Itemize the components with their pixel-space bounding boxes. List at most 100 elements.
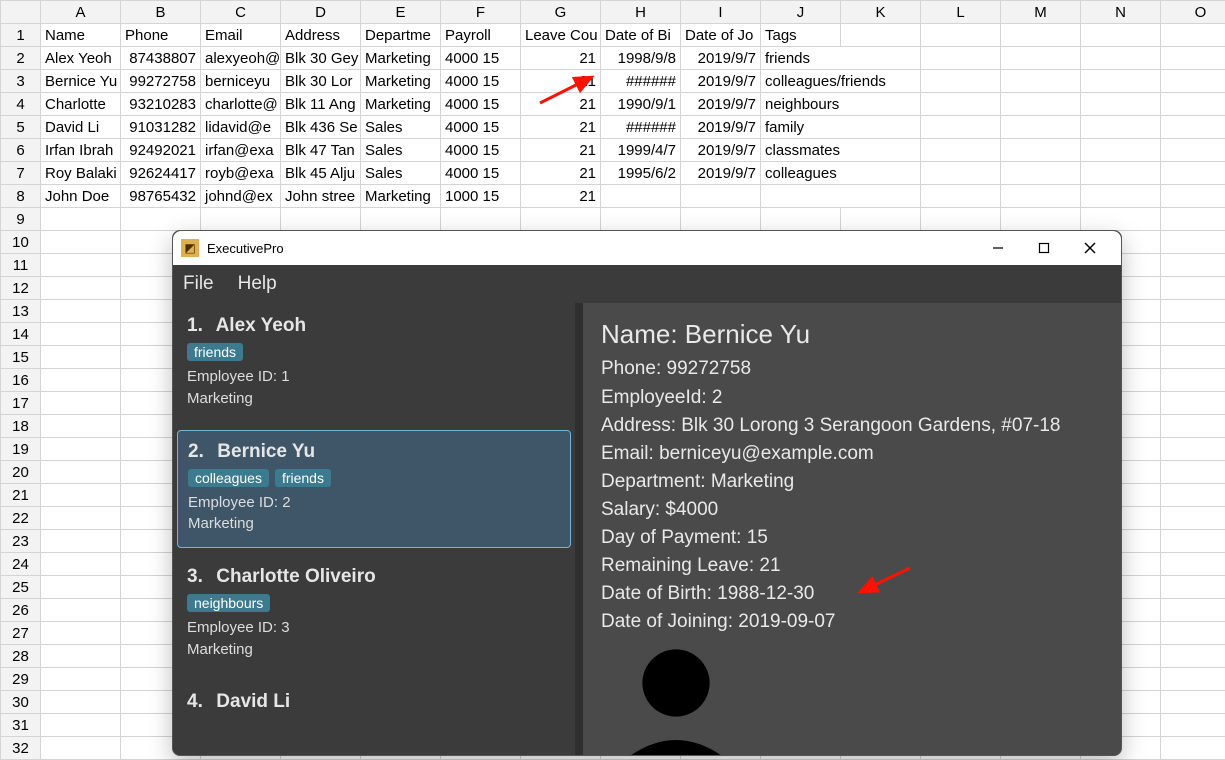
cell[interactable] (1001, 185, 1081, 208)
cell[interactable] (1001, 162, 1081, 185)
row-header[interactable]: 6 (1, 139, 41, 162)
cell[interactable] (841, 208, 921, 231)
row-header[interactable]: 16 (1, 369, 41, 392)
cell[interactable] (761, 185, 841, 208)
cell[interactable] (1161, 254, 1225, 277)
cell[interactable]: 1999/4/7 (601, 139, 681, 162)
cell[interactable] (681, 185, 761, 208)
cell[interactable] (121, 208, 201, 231)
cell[interactable]: colleagues/friends (761, 70, 841, 93)
cell[interactable] (921, 93, 1001, 116)
col-header[interactable]: E (361, 1, 441, 24)
cell[interactable]: 2019/9/7 (681, 47, 761, 70)
row-header[interactable]: 17 (1, 392, 41, 415)
row-header[interactable]: 25 (1, 576, 41, 599)
col-header[interactable]: H (601, 1, 681, 24)
cell[interactable] (1161, 24, 1225, 47)
cell[interactable] (1161, 530, 1225, 553)
cell[interactable]: John Doe (41, 185, 121, 208)
cell[interactable]: Blk 30 Gey (281, 47, 361, 70)
cell[interactable] (41, 645, 121, 668)
cell[interactable] (841, 162, 921, 185)
cell[interactable]: 4000 15 (441, 162, 521, 185)
col-header[interactable]: M (1001, 1, 1081, 24)
row-header[interactable]: 31 (1, 714, 41, 737)
cell[interactable]: 2019/9/7 (681, 116, 761, 139)
cell[interactable] (41, 507, 121, 530)
cell[interactable]: Marketing (361, 47, 441, 70)
cell[interactable] (601, 185, 681, 208)
cell[interactable] (921, 139, 1001, 162)
col-header[interactable]: I (681, 1, 761, 24)
cell[interactable]: family (761, 116, 841, 139)
cell[interactable] (841, 47, 921, 70)
cell[interactable] (1161, 277, 1225, 300)
employee-list[interactable]: 1. Alex YeohfriendsEmployee ID: 1Marketi… (173, 303, 583, 755)
cell[interactable] (41, 576, 121, 599)
cell[interactable] (841, 93, 921, 116)
cell[interactable] (1161, 162, 1225, 185)
cell[interactable] (1161, 415, 1225, 438)
cell[interactable] (1161, 668, 1225, 691)
cell[interactable] (921, 185, 1001, 208)
col-header[interactable]: J (761, 1, 841, 24)
cell[interactable] (41, 484, 121, 507)
row-header[interactable]: 22 (1, 507, 41, 530)
cell[interactable]: Roy Balaki (41, 162, 121, 185)
cell[interactable] (1161, 461, 1225, 484)
cell[interactable]: Marketing (361, 93, 441, 116)
employee-card[interactable]: 1. Alex YeohfriendsEmployee ID: 1Marketi… (177, 305, 571, 422)
cell[interactable] (1001, 93, 1081, 116)
minimize-button[interactable] (975, 231, 1021, 265)
cell[interactable]: 1995/6/2 (601, 162, 681, 185)
cell[interactable] (1161, 346, 1225, 369)
cell[interactable] (1081, 47, 1161, 70)
cell[interactable]: Alex Yeoh (41, 47, 121, 70)
cell[interactable] (41, 691, 121, 714)
cell[interactable] (521, 208, 601, 231)
cell[interactable] (41, 415, 121, 438)
cell[interactable]: 4000 15 (441, 93, 521, 116)
cell[interactable]: Leave Cou (521, 24, 601, 47)
cell[interactable]: Bernice Yu (41, 70, 121, 93)
cell[interactable] (1161, 507, 1225, 530)
cell[interactable]: Blk 30 Lor (281, 70, 361, 93)
cell[interactable] (1161, 369, 1225, 392)
cell[interactable] (1161, 484, 1225, 507)
cell[interactable] (41, 231, 121, 254)
cell[interactable] (921, 208, 1001, 231)
cell[interactable]: 4000 15 (441, 139, 521, 162)
row-header[interactable]: 27 (1, 622, 41, 645)
col-header[interactable]: D (281, 1, 361, 24)
cell[interactable]: Date of Jo (681, 24, 761, 47)
employee-card[interactable]: 2. Bernice YucolleaguesfriendsEmployee I… (177, 430, 571, 549)
cell[interactable] (1161, 185, 1225, 208)
cell[interactable]: 4000 15 (441, 70, 521, 93)
cell[interactable] (601, 208, 681, 231)
cell[interactable]: Departme (361, 24, 441, 47)
cell[interactable]: Blk 47 Tan (281, 139, 361, 162)
cell[interactable] (1081, 24, 1161, 47)
cell[interactable] (841, 139, 921, 162)
cell[interactable]: ###### (601, 116, 681, 139)
cell[interactable]: 21 (521, 162, 601, 185)
cell[interactable]: Sales (361, 162, 441, 185)
cell[interactable]: 2019/9/7 (681, 93, 761, 116)
col-header[interactable]: K (841, 1, 921, 24)
cell[interactable]: Payroll (441, 24, 521, 47)
cell[interactable]: 21 (521, 116, 601, 139)
cell[interactable] (1161, 392, 1225, 415)
cell[interactable] (1161, 599, 1225, 622)
cell[interactable]: 2019/9/7 (681, 139, 761, 162)
cell[interactable] (921, 116, 1001, 139)
row-header[interactable]: 30 (1, 691, 41, 714)
corner-cell[interactable] (1, 1, 41, 24)
cell[interactable]: 1990/9/1 (601, 93, 681, 116)
row-header[interactable]: 9 (1, 208, 41, 231)
cell[interactable] (841, 116, 921, 139)
cell[interactable]: 92492021 (121, 139, 201, 162)
cell[interactable] (921, 47, 1001, 70)
cell[interactable]: johnd@ex (201, 185, 281, 208)
cell[interactable]: 99272758 (121, 70, 201, 93)
row-header[interactable]: 8 (1, 185, 41, 208)
